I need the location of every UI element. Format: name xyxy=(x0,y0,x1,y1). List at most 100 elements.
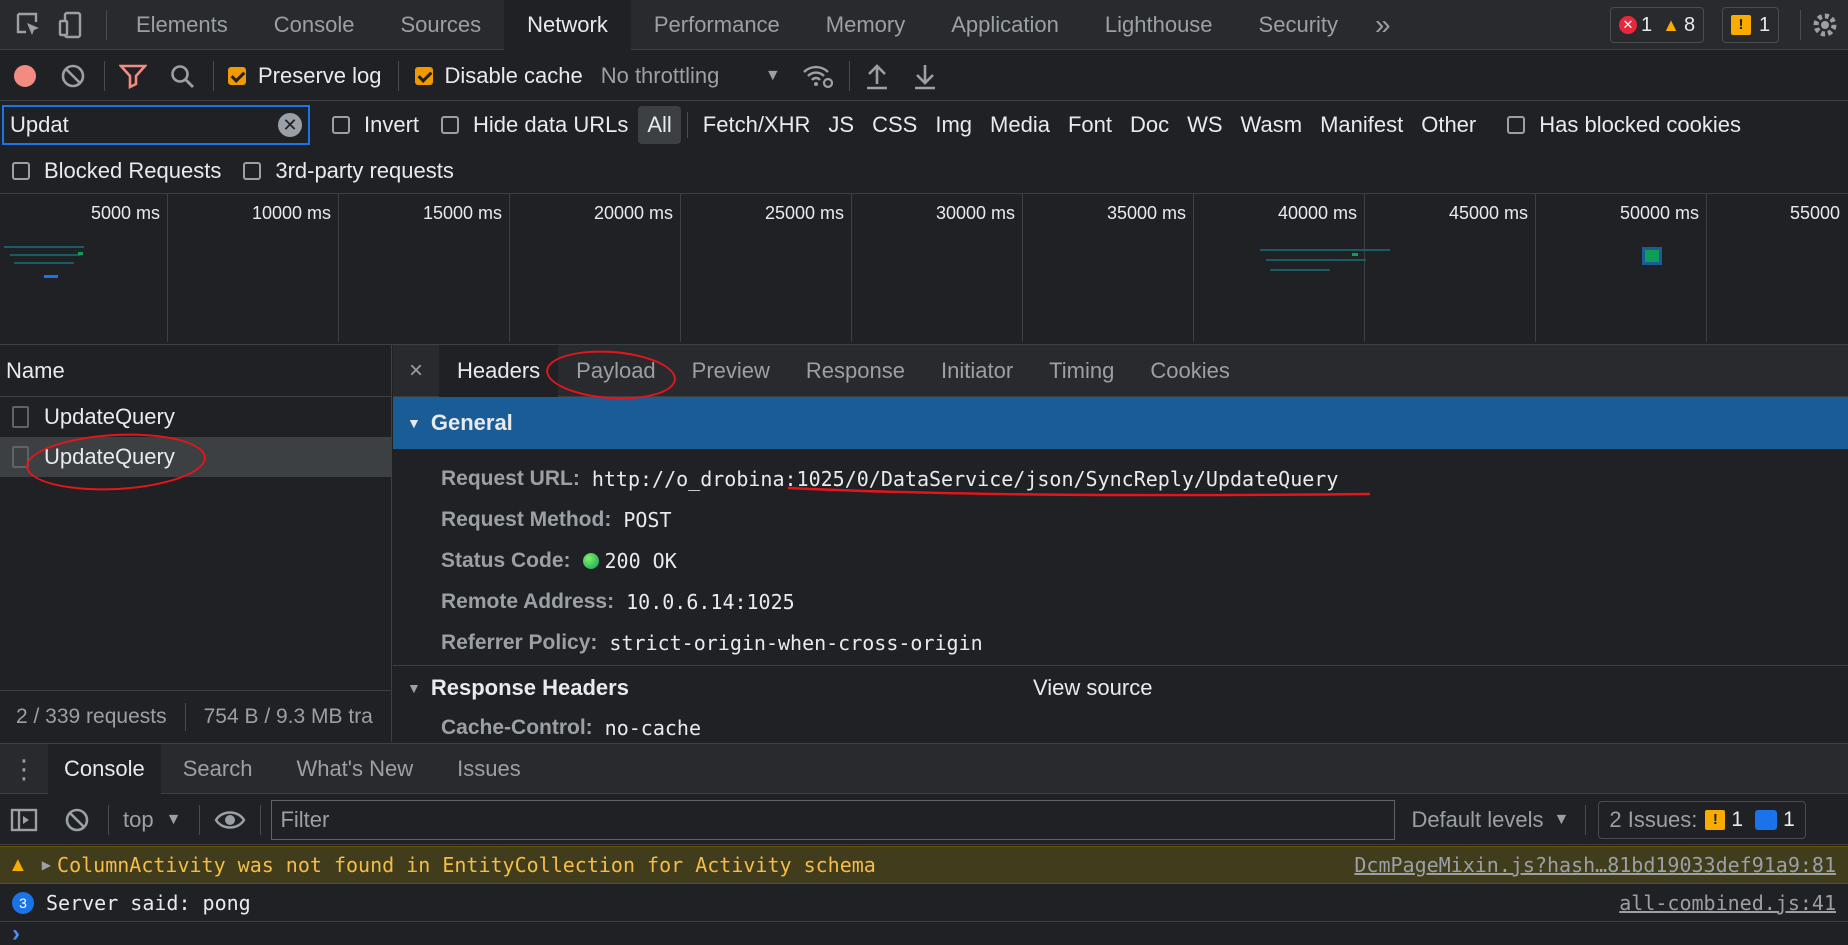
type-filter-fetch-xhr[interactable]: Fetch/XHR xyxy=(694,106,820,144)
chevron-down-icon: ▼ xyxy=(1553,810,1570,828)
inspect-element-icon[interactable] xyxy=(14,10,44,40)
type-filter-css[interactable]: CSS xyxy=(863,106,926,144)
throttling-select[interactable]: No throttling ▼ xyxy=(601,63,781,89)
issues-label: 2 Issues: xyxy=(1609,806,1698,832)
type-filter-wasm[interactable]: Wasm xyxy=(1232,106,1312,144)
tab-performance[interactable]: Performance xyxy=(631,0,803,50)
detail-tab-headers[interactable]: Headers xyxy=(439,345,559,397)
tab-sources[interactable]: Sources xyxy=(377,0,504,50)
detail-tab-initiator[interactable]: Initiator xyxy=(923,345,1031,397)
drawer-tab-issues[interactable]: Issues xyxy=(435,744,543,794)
has-blocked-cookies-checkbox[interactable] xyxy=(1507,116,1526,134)
tab-console[interactable]: Console xyxy=(251,0,378,50)
console-filter-placeholder: Filter xyxy=(280,806,330,832)
timeline-overview[interactable]: 5000 ms 10000 ms 15000 ms 20000 ms 25000 ms 3… xyxy=(0,194,1848,344)
general-section-header[interactable]: ▼ General xyxy=(393,397,1848,449)
header-value: POST xyxy=(623,508,672,532)
search-icon[interactable] xyxy=(169,63,195,89)
response-headers-section-header[interactable]: ▼ Response Headers View source xyxy=(393,666,1848,710)
settings-gear-icon[interactable] xyxy=(1810,10,1840,40)
tab-elements[interactable]: Elements xyxy=(113,0,251,50)
clear-console-icon[interactable] xyxy=(64,807,90,833)
filter-search-box[interactable]: Updat ✕ xyxy=(2,105,310,145)
hide-data-urls-checkbox[interactable] xyxy=(441,116,460,134)
filter-search-input[interactable]: Updat xyxy=(10,112,69,138)
device-toolbar-icon[interactable] xyxy=(56,10,86,40)
request-row[interactable]: UpdateQuery xyxy=(0,397,391,437)
type-filter-other[interactable]: Other xyxy=(1412,106,1485,144)
request-row-selected[interactable]: UpdateQuery xyxy=(0,437,391,477)
invert-checkbox[interactable] xyxy=(332,116,350,134)
detail-tab-payload[interactable]: Payload xyxy=(558,345,674,397)
type-filter-manifest[interactable]: Manifest xyxy=(1311,106,1412,144)
header-key: Referrer Policy: xyxy=(441,631,598,654)
context-select[interactable]: top ▼ xyxy=(123,807,181,833)
clear-icon[interactable] xyxy=(60,63,86,89)
type-filter-img[interactable]: Img xyxy=(926,106,981,144)
invert-label: Invert xyxy=(364,112,420,137)
tab-memory[interactable]: Memory xyxy=(803,0,928,50)
console-message-warning[interactable]: ▲ ▶ ColumnActivity was not found in Enti… xyxy=(0,846,1848,884)
error-warning-counter[interactable]: ✕ 1 ▲ 8 xyxy=(1610,7,1705,43)
type-filter-font[interactable]: Font xyxy=(1059,106,1121,144)
timeline-gridline xyxy=(1022,194,1023,342)
blocked-requests-checkbox[interactable] xyxy=(12,162,30,180)
console-filter-input[interactable]: Filter xyxy=(271,799,1396,840)
network-conditions-icon[interactable] xyxy=(801,61,835,91)
console-issues-counter[interactable]: 2 Issues: ! 1 1 xyxy=(1598,800,1806,839)
export-har-icon[interactable] xyxy=(912,62,938,90)
tab-security[interactable]: Security xyxy=(1236,0,1361,50)
view-source-link[interactable]: View source xyxy=(1033,675,1152,701)
type-filter-js[interactable]: JS xyxy=(819,106,863,144)
eye-icon[interactable] xyxy=(214,808,246,832)
drawer-tab-console[interactable]: Console xyxy=(48,743,161,794)
expand-arrow-icon[interactable]: ▶ xyxy=(42,858,51,872)
drawer-menu-icon[interactable]: ⋮ xyxy=(0,756,48,782)
warning-message-source[interactable]: DcmPageMixin.js?hash…81bd19033def91a9:81 xyxy=(1354,853,1836,877)
info-message-source[interactable]: all-combined.js:41 xyxy=(1619,891,1836,915)
console-message-info[interactable]: 3 Server said: pong all-combined.js:41 xyxy=(0,884,1848,922)
type-filter-all[interactable]: All xyxy=(638,106,681,144)
type-filter-doc[interactable]: Doc xyxy=(1121,106,1178,144)
request-name: UpdateQuery xyxy=(44,444,175,469)
detail-tab-response[interactable]: Response xyxy=(788,345,923,397)
detail-tab-preview[interactable]: Preview xyxy=(674,345,788,397)
transfer-size: 754 B / 9.3 MB tra xyxy=(203,704,373,728)
issues-info-count: 1 xyxy=(1783,807,1795,831)
timeline-tick-label: 45000 ms xyxy=(1448,203,1528,223)
timeline-tick-label: 5000 ms xyxy=(90,203,160,223)
request-list-status-bar: 2 / 339 requests 754 B / 9.3 MB tra xyxy=(0,690,391,742)
name-column-header[interactable]: Name xyxy=(0,345,391,397)
warning-icon: ▲ xyxy=(8,853,28,876)
header-value: strict-origin-when-cross-origin xyxy=(609,631,983,655)
status-ok-icon xyxy=(582,553,599,569)
console-prompt[interactable]: › xyxy=(0,920,1848,945)
type-filter-ws[interactable]: WS xyxy=(1178,106,1231,144)
tab-network[interactable]: Network xyxy=(504,0,631,50)
import-har-icon[interactable] xyxy=(864,62,890,90)
timeline-gridline xyxy=(680,194,681,342)
more-tabs-button[interactable]: » xyxy=(1361,9,1405,41)
clear-search-icon[interactable]: ✕ xyxy=(278,113,302,137)
drawer-tab-what-s-new[interactable]: What's New xyxy=(274,744,435,794)
detail-tab-cookies[interactable]: Cookies xyxy=(1132,345,1247,397)
sidebar-toggle-icon[interactable] xyxy=(10,807,38,833)
disable-cache-checkbox[interactable] xyxy=(414,66,433,85)
preserve-log-checkbox[interactable] xyxy=(228,66,246,85)
close-details-button[interactable]: × xyxy=(393,357,439,385)
detail-tab-timing[interactable]: Timing xyxy=(1031,345,1132,397)
issues-counter[interactable]: ! 1 xyxy=(1722,7,1780,43)
tab-application[interactable]: Application xyxy=(928,0,1082,50)
filter-icon[interactable] xyxy=(119,63,147,89)
timeline-selected-request xyxy=(1642,247,1662,265)
type-filter-media[interactable]: Media xyxy=(981,106,1059,144)
record-button[interactable] xyxy=(14,64,36,87)
timeline-tick-label: 35000 ms xyxy=(1106,203,1186,223)
third-party-checkbox[interactable] xyxy=(243,162,262,180)
log-levels-select[interactable]: Default levels ▼ xyxy=(1411,807,1569,833)
tab-lighthouse[interactable]: Lighthouse xyxy=(1082,0,1236,50)
warning-count: 8 xyxy=(1683,13,1696,36)
drawer-tab-search[interactable]: Search xyxy=(161,744,275,794)
chevron-down-icon: ▼ xyxy=(165,810,182,828)
drawer-tab-bar: ⋮ Console Search What's New Issues xyxy=(0,743,1848,794)
